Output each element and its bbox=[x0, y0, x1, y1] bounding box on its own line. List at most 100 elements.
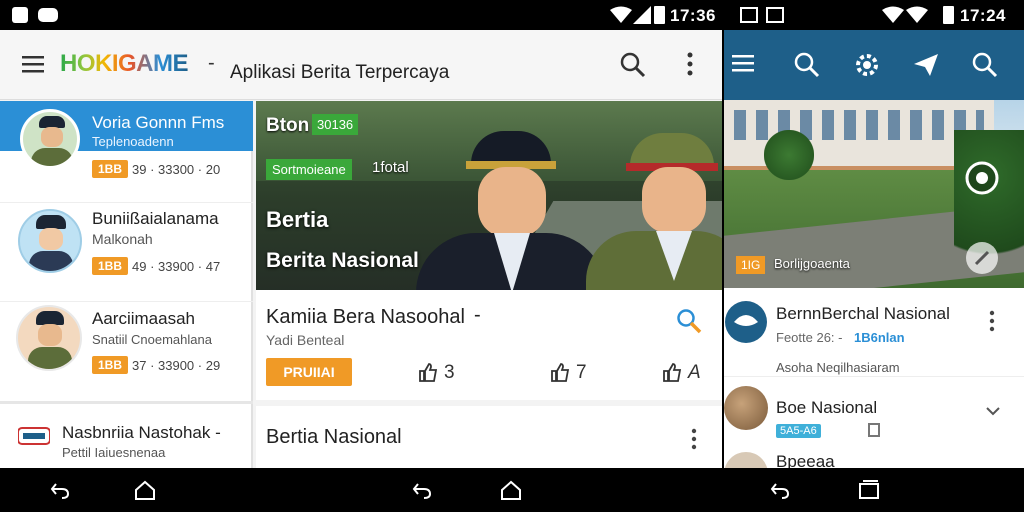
card-title: Bertia Nasional bbox=[266, 426, 402, 448]
more-vert-icon[interactable] bbox=[690, 428, 698, 450]
hero-title: Bertia bbox=[266, 207, 329, 232]
wifi-icon bbox=[610, 6, 632, 23]
status-time: 17:36 bbox=[670, 6, 716, 25]
notification-icon bbox=[12, 7, 28, 23]
item-meta-highlight: 1B6nlan bbox=[854, 330, 905, 345]
read-button[interactable]: PRUIIAI bbox=[266, 358, 352, 386]
news-list-item[interactable]: Bpeeaa bbox=[724, 450, 1024, 468]
hero-tag-badge: 30136 bbox=[312, 114, 359, 135]
search-icon[interactable] bbox=[972, 52, 998, 78]
sidebar-item-meta: 39 · 33300 · 20 bbox=[132, 162, 221, 177]
like-count: A bbox=[688, 362, 701, 383]
sidebar-item-title: Voria Gonnn Fms bbox=[92, 113, 225, 132]
send-icon[interactable] bbox=[912, 52, 940, 78]
gamepad-icon bbox=[38, 8, 58, 22]
back-icon[interactable] bbox=[50, 480, 70, 500]
system-nav-bar bbox=[0, 468, 1024, 512]
bookmark-icon[interactable] bbox=[868, 423, 880, 437]
battery-icon bbox=[654, 6, 665, 24]
sidebar-item-subtitle: Teplenoadenn bbox=[92, 134, 174, 149]
item-title: Bpeeaa bbox=[776, 452, 835, 468]
avatar bbox=[16, 305, 82, 371]
signal-icon bbox=[633, 6, 651, 24]
news-card[interactable]: Bertia Nasional bbox=[256, 406, 722, 468]
right-hero-caption: Borlijgoaenta bbox=[774, 256, 850, 271]
sidebar-item[interactable]: Buniißaialanama Malkonah 1BB 49 · 33900 … bbox=[0, 203, 253, 303]
avatar bbox=[725, 301, 767, 343]
thumbs-up-icon[interactable] bbox=[662, 362, 682, 382]
item-title: Boe Nasional bbox=[776, 398, 878, 417]
battery-icon bbox=[943, 6, 954, 24]
more-vert-icon[interactable] bbox=[988, 310, 996, 332]
right-app-bar bbox=[724, 30, 1024, 100]
more-vert-icon[interactable] bbox=[686, 52, 694, 76]
item-title: BernnBerchal Nasional bbox=[776, 304, 950, 323]
hero-subtitle: Berita Nasional bbox=[266, 249, 419, 272]
card-title-dash: - bbox=[474, 304, 481, 326]
card-subtitle: Yadi Benteal bbox=[266, 332, 345, 348]
avatar bbox=[724, 452, 768, 468]
sidebar-item-title: Aarciimaasah bbox=[92, 309, 195, 328]
sidebar: Voria Gonnn Fms Teplenoadenn 1BB 39 · 33… bbox=[0, 101, 253, 468]
sidebar-item-subtitle: Malkonah bbox=[92, 231, 153, 247]
hero-banner[interactable]: Bton 30136 Sortmoieane 1fotal Bertia Ber… bbox=[256, 101, 722, 319]
thumbs-up-icon[interactable] bbox=[418, 362, 438, 382]
photo-icon bbox=[740, 7, 758, 23]
menu-icon[interactable] bbox=[22, 55, 44, 73]
news-logo-icon bbox=[18, 427, 50, 445]
sidebar-item[interactable]: Aarciimaasah Snatiil Cnoemahlana 1BB 37 … bbox=[0, 303, 253, 403]
sidebar-item[interactable]: Voria Gonnn Fms Teplenoadenn 1BB 39 · 33… bbox=[0, 101, 253, 201]
app-logo: HOKIGAME bbox=[60, 50, 189, 78]
logo-dash: - bbox=[208, 52, 215, 74]
card-title: Kamiia Bera Nasoohal bbox=[266, 306, 465, 328]
hero-label: 1fotal bbox=[372, 159, 409, 176]
sidebar-item-title: Buniißaialanama bbox=[92, 209, 219, 228]
search-icon[interactable] bbox=[620, 52, 646, 78]
hero-category-badge: Sortmoieane bbox=[266, 159, 352, 180]
status-bar-right: 17:24 bbox=[724, 0, 1024, 30]
search-icon[interactable] bbox=[794, 52, 820, 78]
avatar bbox=[18, 209, 82, 273]
avatar bbox=[20, 109, 80, 169]
sidebar-item[interactable]: Nasbnriia Nastohak - Pettil Iaiuesnenaa bbox=[0, 405, 253, 468]
item-chip: 5A5-A6 bbox=[776, 424, 821, 438]
sidebar-item-subtitle: Snatiil Cnoemahlana bbox=[92, 332, 212, 347]
count-badge: 1BB bbox=[92, 356, 129, 374]
right-hero-badge: 1IG bbox=[736, 256, 766, 274]
right-screen: 1IG Borlijgoaenta BernnBerchal Nasional … bbox=[724, 30, 1024, 468]
hero-person bbox=[396, 101, 606, 319]
settings-icon[interactable] bbox=[854, 52, 880, 78]
logo-text: HOKIGAME bbox=[60, 50, 189, 77]
menu-icon[interactable] bbox=[732, 54, 754, 72]
image-icon bbox=[766, 7, 784, 23]
app-tagline: Aplikasi Berita Terpercaya bbox=[230, 62, 450, 83]
chevron-down-icon[interactable] bbox=[986, 406, 1000, 416]
target-icon[interactable] bbox=[964, 160, 1000, 196]
recents-icon[interactable] bbox=[858, 480, 880, 500]
avatar bbox=[724, 386, 768, 430]
news-list-item[interactable]: Boe Nasional 5A5-A6 bbox=[724, 378, 1024, 448]
item-description: Asoha Neqilhasiaram bbox=[776, 360, 900, 375]
news-card[interactable]: Kamiia Bera Nasoohal - Yadi Benteal PRUI… bbox=[256, 290, 722, 400]
status-time: 17:24 bbox=[960, 6, 1006, 25]
item-meta: Feotte 26: - bbox=[776, 330, 843, 345]
search-icon[interactable] bbox=[676, 308, 702, 334]
thumbs-up-icon[interactable] bbox=[550, 362, 570, 382]
back-icon[interactable] bbox=[412, 480, 432, 500]
left-screen: HOKIGAME - Aplikasi Berita Terpercaya Vo… bbox=[0, 30, 722, 468]
hero-person bbox=[586, 101, 722, 319]
right-hero-image[interactable]: 1IG Borlijgoaenta bbox=[724, 100, 1024, 288]
like-count: 3 bbox=[444, 362, 455, 383]
wifi-icon bbox=[882, 6, 904, 23]
count-badge: 1BB bbox=[92, 160, 129, 178]
back-icon[interactable] bbox=[770, 480, 790, 500]
like-count: 7 bbox=[576, 362, 587, 383]
wifi-icon bbox=[906, 6, 928, 23]
sidebar-item-meta: 37 · 33900 · 29 bbox=[132, 358, 221, 373]
home-icon[interactable] bbox=[500, 480, 522, 500]
expand-icon[interactable] bbox=[964, 240, 1000, 276]
status-bar-left: 17:36 bbox=[0, 0, 722, 30]
news-list-item[interactable]: BernnBerchal Nasional Feotte 26: - 1B6nl… bbox=[724, 288, 1024, 386]
home-icon[interactable] bbox=[134, 480, 156, 500]
count-badge: 1BB bbox=[92, 257, 129, 275]
